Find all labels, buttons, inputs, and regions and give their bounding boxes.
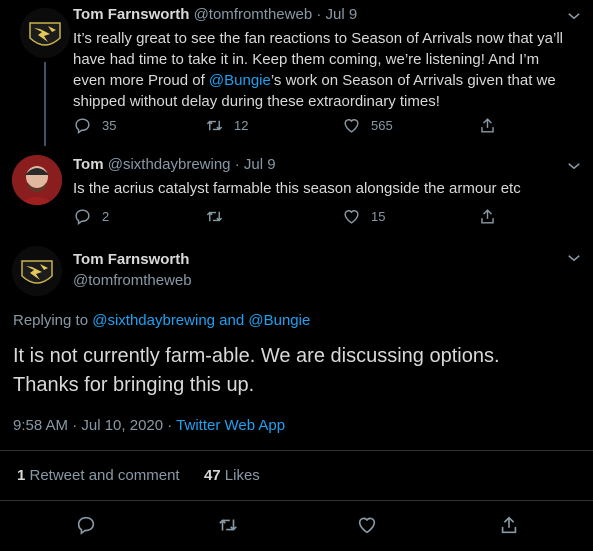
replying-to: Replying to @sixthdaybrewing and @Bungie [13, 312, 310, 329]
retweet-stat-label: Retweet and comment [25, 467, 180, 484]
tweet-timestamp[interactable]: 9:58 AM · Jul 10, 2020 [13, 417, 163, 434]
tweet1-retweet-button[interactable]: 12 [205, 116, 248, 135]
main-share-button[interactable] [498, 514, 530, 536]
reply-icon [75, 118, 90, 135]
tweet1-dot: · [316, 6, 322, 23]
divider [0, 450, 593, 451]
like-stat-count: 47 [203, 467, 221, 484]
tweet1-handle[interactable]: @tomfromtheweb [194, 6, 313, 23]
tweet2-author-name[interactable]: Tom [73, 156, 104, 173]
meta-dot: · [163, 417, 177, 434]
tweet2-text: Is the acrius catalyst farmable this sea… [73, 180, 521, 197]
tweet-source-link[interactable]: Twitter Web App [176, 417, 285, 434]
thread-line [44, 62, 46, 146]
tweet1-date[interactable]: Jul 9 [326, 6, 358, 23]
tweet2-like-count: 15 [371, 209, 386, 224]
mention-bungie-link[interactable]: @Bungie [209, 72, 271, 89]
like-icon [344, 210, 359, 224]
main-text-line1: It is not currently farm-able. We are di… [13, 345, 500, 367]
tweet1-reply-button[interactable]: 35 [73, 116, 116, 135]
retweet-icon [206, 211, 223, 222]
avatar-tomfromtheweb-main[interactable] [12, 246, 62, 296]
main-reply-button[interactable] [75, 514, 107, 536]
like-stat[interactable]: 47 Likes [204, 467, 260, 484]
main-retweet-button[interactable] [217, 514, 249, 536]
tweet2-reply-count: 2 [102, 209, 110, 224]
reply-icon [77, 516, 95, 535]
retweet-icon [219, 519, 237, 531]
logo-emblem-icon [12, 246, 62, 296]
like-stat-label: Likes [220, 467, 260, 484]
reply-icon [75, 209, 90, 226]
user-photo-icon [12, 155, 62, 205]
replying-to-label: Replying to [13, 312, 93, 329]
avatar-sixthdaybrewing[interactable] [12, 155, 62, 205]
tweet2-share-button[interactable] [478, 207, 507, 226]
chevron-down-icon[interactable] [565, 7, 583, 25]
reply-user-link[interactable]: @sixthdaybrewing [92, 312, 215, 329]
reply-and-text: and [215, 312, 249, 329]
tweet2-like-button[interactable]: 15 [342, 207, 385, 226]
tweet2-retweet-button[interactable] [205, 207, 234, 226]
tweet1-retweet-count: 12 [234, 118, 249, 133]
main-text-line2: Thanks for bringing this up. [13, 374, 255, 396]
tweet2-header: Tom @sixthdaybrewing · Jul 9 [73, 156, 276, 173]
divider [0, 500, 593, 501]
chevron-down-icon[interactable] [565, 249, 583, 267]
tweet-meta: 9:58 AM · Jul 10, 2020 · Twitter Web App [13, 417, 285, 434]
main-tweet-text: It is not currently farm-able. We are di… [13, 342, 588, 400]
tweet2-date[interactable]: Jul 9 [244, 156, 276, 173]
tweet1-reply-count: 35 [102, 118, 117, 133]
tweet2-handle[interactable]: @sixthdaybrewing [108, 156, 231, 173]
share-icon [481, 209, 494, 224]
tweet2-reply-button[interactable]: 2 [73, 207, 109, 226]
tweet1-like-count: 565 [371, 118, 393, 133]
reply-user2-link[interactable]: @Bungie [248, 312, 310, 329]
tweet2-dot: · [234, 156, 240, 173]
retweet-stat[interactable]: 1 Retweet and comment [17, 467, 180, 484]
avatar-tomfromtheweb[interactable] [20, 8, 70, 58]
tweet1-like-button[interactable]: 565 [342, 116, 393, 135]
tweet1-share-button[interactable] [478, 116, 507, 135]
retweet-icon [206, 120, 223, 131]
like-icon [358, 517, 376, 534]
share-icon [501, 516, 517, 534]
logo-emblem-icon [20, 8, 70, 58]
engagement-stats: 1 Retweet and comment 47 Likes [17, 467, 260, 484]
chevron-down-icon[interactable] [565, 157, 583, 175]
tweet1-text: It’s really great to see the fan reactio… [73, 28, 573, 112]
main-author-name[interactable]: Tom Farnsworth [73, 251, 189, 268]
tweet1-author-name[interactable]: Tom Farnsworth [73, 6, 189, 23]
main-handle[interactable]: @tomfromtheweb [73, 272, 192, 289]
share-icon [481, 118, 494, 133]
tweet1-header: Tom Farnsworth @tomfromtheweb · Jul 9 [73, 6, 357, 23]
main-like-button[interactable] [356, 514, 388, 536]
like-icon [344, 119, 359, 133]
